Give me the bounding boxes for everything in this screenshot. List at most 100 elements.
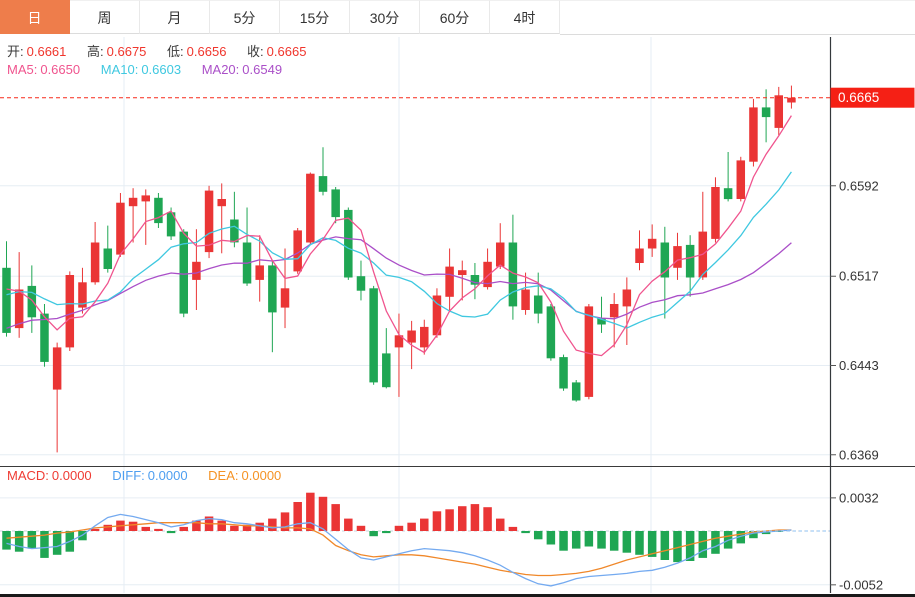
high-label: 高: <box>87 44 104 59</box>
candle <box>255 235 264 302</box>
candle-body <box>344 209 353 278</box>
macd-histogram-bar <box>293 502 302 531</box>
candle <box>192 229 201 310</box>
candle <box>369 285 378 385</box>
candle <box>103 225 113 273</box>
ma5-label: MA5: <box>7 62 38 77</box>
candle <box>723 152 733 202</box>
candle <box>673 232 682 280</box>
candle-body <box>445 266 454 297</box>
candle <box>141 189 151 245</box>
candle-body <box>736 160 746 199</box>
y-axis-label: 0.6443 <box>839 358 879 373</box>
y-axis: 0.6592 0.6517 0.6443 0.6369 0.0032 -0.0052 <box>830 178 883 592</box>
tabbar-filler <box>560 0 915 35</box>
diff-field: DIFF: 0.0000 <box>112 468 187 483</box>
candle <box>698 191 708 280</box>
badge-price-text: 0.6665 <box>838 90 879 105</box>
y-axis-label: -0.0052 <box>839 577 883 592</box>
candle <box>154 193 163 228</box>
ma10-label: MA10: <box>100 62 139 77</box>
open-label: 开: <box>7 44 24 59</box>
macd-histogram-bar <box>546 531 556 545</box>
macd-histogram-bar <box>495 518 505 531</box>
macd-histogram-bar <box>635 531 644 555</box>
candle-body <box>533 295 543 314</box>
candle <box>774 86 784 136</box>
candle <box>660 226 670 319</box>
tab-month[interactable]: 月 <box>140 0 210 34</box>
candle-body <box>584 306 594 397</box>
candle <box>635 230 644 271</box>
tab-30min[interactable]: 30分 <box>350 0 420 34</box>
open-value: 0.6661 <box>26 44 67 59</box>
macd-histogram-bar <box>90 528 100 531</box>
chart-canvas[interactable]: 0.65920.65170.64430.63690.0032-0.00520.6… <box>0 0 915 597</box>
macd-histogram-bar <box>103 524 113 531</box>
ma5-field: MA5: 0.6650 <box>7 62 80 77</box>
macd-info-bar: MACD: 0.0000 DIFF: 0.0000 DEA: 0.0000 <box>7 468 298 483</box>
tab-week[interactable]: 周 <box>70 0 140 34</box>
low-field: 低: 0.6656 <box>167 44 226 59</box>
candle-body <box>761 107 771 118</box>
candle-body <box>458 270 467 275</box>
gridlines <box>0 37 830 593</box>
candle-body <box>65 275 75 348</box>
tab-5min[interactable]: 5分 <box>210 0 280 34</box>
macd-histogram-bar <box>559 531 568 551</box>
macd-histogram-bar <box>445 509 454 531</box>
candle-body <box>192 261 201 280</box>
tab-4hour[interactable]: 4时 <box>490 0 560 34</box>
candle <box>27 265 37 333</box>
candle-body <box>609 304 619 318</box>
tab-60min[interactable]: 60分 <box>420 0 490 34</box>
candle-body <box>255 265 264 280</box>
candle <box>217 183 226 254</box>
macd-histogram-bar <box>128 521 138 531</box>
candle-body <box>673 246 682 268</box>
macd-histogram-bar <box>660 531 670 560</box>
ma-info-bar: MA5: 0.6650 MA10: 0.6603 MA20: 0.6549 <box>7 62 299 77</box>
tab-15min[interactable]: 15分 <box>280 0 350 34</box>
macd-histogram-bar <box>508 526 518 531</box>
candle <box>52 342 62 453</box>
candle <box>622 277 632 345</box>
candle-body <box>369 288 378 383</box>
candle-body <box>787 97 796 103</box>
candle-body <box>495 242 505 267</box>
ohlc-info-bar: 开: 0.6661 高: 0.6675 低: 0.6656 收: 0.6665 <box>7 41 323 60</box>
macd-histogram-bar <box>27 531 37 549</box>
low-value: 0.6656 <box>186 44 227 59</box>
candle-body <box>749 107 758 162</box>
ma20-value: 0.6549 <box>242 62 283 77</box>
candle-body <box>420 326 429 348</box>
candle-body <box>306 173 315 243</box>
macd-histogram-bar <box>622 531 632 553</box>
candle <box>356 260 366 301</box>
macd-histogram-bar <box>179 526 188 531</box>
macd-histogram-bar <box>268 518 277 531</box>
tab-day[interactable]: 日 <box>0 0 70 34</box>
candle-body <box>116 202 125 255</box>
macd-histogram-bar <box>382 531 391 534</box>
dea-label: DEA: <box>208 468 239 483</box>
candle-body <box>40 313 49 362</box>
candle-body <box>711 187 720 239</box>
candle-body <box>204 190 214 253</box>
ma10-value: 0.6603 <box>141 62 182 77</box>
macd-histogram-bar <box>483 507 492 531</box>
candle <box>571 380 581 402</box>
candle <box>711 177 720 243</box>
close-value: 0.6665 <box>266 44 307 59</box>
candle <box>508 214 518 320</box>
candle-body <box>280 288 290 308</box>
macd-histogram-bar <box>230 525 239 531</box>
candle <box>647 224 657 257</box>
macd-histogram-bar <box>609 531 619 551</box>
candle <box>533 272 543 324</box>
high-field: 高: 0.6675 <box>87 44 146 59</box>
macd-histogram-bar <box>571 531 581 549</box>
macd-histogram-bar <box>470 504 480 531</box>
macd-histogram-bar <box>420 518 429 531</box>
candle <box>204 185 214 259</box>
